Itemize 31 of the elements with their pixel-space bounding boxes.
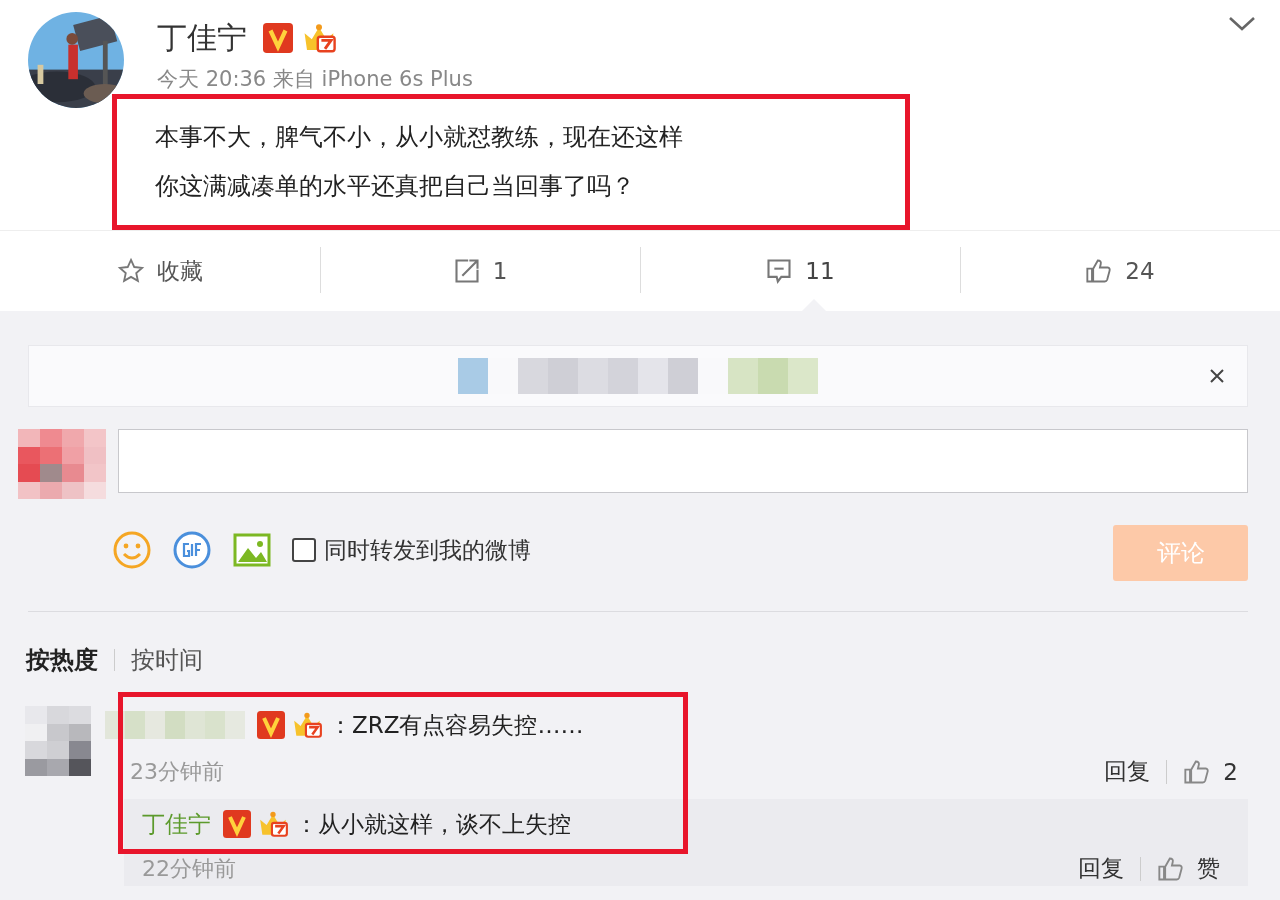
post-meta: 今天 20:36 来自 iPhone 6s Plus bbox=[157, 66, 473, 92]
sort-tab[interactable]: 按热度 bbox=[26, 642, 98, 678]
reply-text: ：从小就这样，谈不上失控 bbox=[295, 809, 571, 839]
reply-link[interactable]: 回复 bbox=[1078, 853, 1124, 884]
share-icon bbox=[452, 257, 481, 285]
chevron-down-icon[interactable] bbox=[1228, 16, 1256, 32]
comment-input[interactable] bbox=[118, 429, 1248, 493]
comment-button[interactable]: 11 bbox=[757, 251, 843, 291]
close-icon bbox=[1209, 368, 1225, 384]
favorite-button[interactable]: 收藏 bbox=[109, 249, 211, 293]
author-name[interactable]: 丁佳宁 bbox=[157, 17, 247, 59]
post-text: 本事不大，脾气不小，从小就怼教练，现在还这样 bbox=[155, 122, 684, 153]
crown-badge-icon bbox=[291, 711, 323, 739]
crown-badge-icon bbox=[257, 810, 289, 838]
comment-time: 23分钟前 bbox=[130, 757, 224, 786]
redacted-avatar bbox=[25, 706, 91, 776]
thumbs-up-icon bbox=[1085, 257, 1114, 285]
sort-tab[interactable]: 按时间 bbox=[131, 642, 203, 678]
reply-link[interactable]: 回复 bbox=[1104, 756, 1151, 787]
gif-icon[interactable] bbox=[172, 530, 212, 570]
forward-checkbox[interactable]: 同时转发到我的微博 bbox=[292, 534, 531, 566]
post-text: 你这满减凑单的水平还真把自己当回事了吗？ bbox=[155, 171, 636, 202]
smiley-icon[interactable] bbox=[112, 530, 152, 570]
comment-text: ：ZRZ有点容易失控…… bbox=[329, 710, 584, 740]
comment-icon bbox=[765, 257, 794, 285]
star-icon bbox=[117, 257, 145, 285]
reply-time: 22分钟前 bbox=[142, 854, 236, 883]
like-button[interactable]: 24 bbox=[1077, 251, 1163, 291]
repost-button[interactable]: 1 bbox=[444, 251, 516, 291]
like-button[interactable]: 2 bbox=[1183, 757, 1238, 786]
like-button[interactable]: 赞 bbox=[1157, 853, 1220, 884]
